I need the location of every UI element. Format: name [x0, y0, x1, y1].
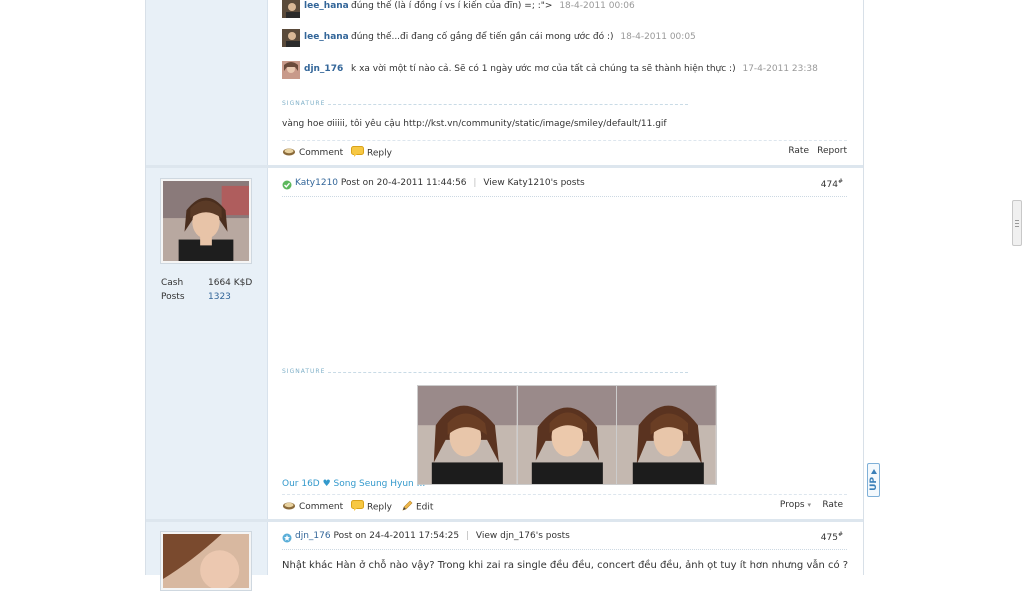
comment-avatar[interactable]	[282, 0, 300, 18]
comment-button[interactable]: Comment	[282, 146, 343, 159]
post-actions: Comment Reply Rate Report	[282, 140, 847, 159]
comment-row: lee_hana đúng thế...đi đang cố gắng để t…	[282, 29, 847, 49]
view-posts-link[interactable]: View Katy1210's posts	[483, 178, 584, 188]
signature-photo	[617, 386, 717, 484]
edit-button[interactable]: Edit	[402, 500, 433, 514]
comment-row: lee_hana đúng thế (là í đồng í vs í kiến…	[282, 0, 847, 20]
comment-time: 18-4-2011 00:06	[559, 1, 635, 11]
online-status-icon	[282, 533, 292, 546]
post-sidebar	[146, 522, 268, 591]
author-avatar[interactable]	[160, 531, 252, 591]
arrow-up-icon	[871, 467, 877, 477]
scrollbar-thumb[interactable]	[1012, 200, 1022, 246]
chevron-down-icon: ▾	[807, 501, 811, 509]
comment-text: k xa vời một tí nào cả. Sẽ có 1 ngày ước…	[351, 64, 736, 74]
signature-image[interactable]	[417, 385, 717, 485]
scroll-up-label: UP	[869, 477, 879, 491]
view-posts-link[interactable]: View djn_176's posts	[476, 531, 570, 541]
post-474: Cash 1664 K$D Posts 1323 Katy1210 Post o…	[146, 168, 863, 519]
props-dropdown[interactable]: Props ▾	[780, 500, 811, 510]
signature-photo	[418, 386, 518, 484]
comment-time: 18-4-2011 00:05	[620, 32, 696, 42]
comment-icon	[282, 500, 296, 513]
post-475: djn_176 Post on 24-4-2011 17:54:25 | Vie…	[146, 522, 863, 591]
post-content: Katy1210 Post on 20-4-2011 11:44:56 | Vi…	[282, 168, 847, 519]
comment-user[interactable]: djn_176	[304, 64, 343, 74]
reply-button[interactable]: Reply	[351, 500, 392, 514]
post-top: lee_hana đúng thế (là í đồng í vs í kiến…	[146, 0, 863, 166]
reply-button[interactable]: Reply	[351, 146, 392, 160]
reply-icon	[351, 500, 364, 514]
pencil-icon	[402, 500, 413, 514]
posts-count-link[interactable]: 1323	[208, 292, 231, 302]
author-avatar[interactable]	[160, 178, 252, 264]
comment-avatar[interactable]	[282, 61, 300, 79]
comment-text: đúng thế (là í đồng í vs í kiến của đĩn)…	[351, 1, 553, 11]
post-actions: Comment Reply Edit Props ▾ Rate	[282, 494, 847, 513]
post-number[interactable]: 475#	[821, 531, 843, 543]
comment-time: 17-4-2011 23:38	[742, 64, 818, 74]
page-frame: lee_hana đúng thế (là í đồng í vs í kiến…	[145, 0, 864, 591]
signature-text: vàng hoe ơiiiii, tôi yêu cậu http://kst.…	[282, 119, 667, 129]
post-content: djn_176 Post on 24-4-2011 17:54:25 | Vie…	[282, 522, 849, 575]
signature-photo	[517, 386, 618, 484]
signature-label: SIGNATURE	[282, 368, 690, 375]
comment-user[interactable]: lee_hana	[304, 32, 349, 42]
post-number[interactable]: 474#	[821, 178, 843, 190]
comment-button[interactable]: Comment	[282, 500, 343, 513]
report-button[interactable]: Report	[817, 146, 847, 156]
post-body: Nhật khác Hàn ở chỗ nào vậy? Trong khi z…	[282, 560, 849, 571]
post-sidebar	[146, 0, 268, 166]
comment-avatar[interactable]	[282, 29, 300, 47]
post-content: lee_hana đúng thế (là í đồng í vs í kiến…	[282, 0, 847, 166]
post-date: Post on 20-4-2011 11:44:56	[340, 178, 467, 188]
post-date: Post on 24-4-2011 17:54:25	[333, 531, 460, 541]
scroll-up-button[interactable]: UP	[867, 463, 880, 497]
post-header: Katy1210 Post on 20-4-2011 11:44:56 | Vi…	[282, 178, 847, 197]
comment-row: djn_176 k xa vời một tí nào cả. Sẽ có 1 …	[282, 61, 847, 81]
signature-link[interactable]: Our 16D ♥ Song Seung Hyun ...	[282, 479, 425, 489]
author-name[interactable]: djn_176	[295, 531, 331, 541]
rate-button[interactable]: Rate	[788, 146, 809, 156]
reply-icon	[351, 146, 364, 160]
signature-label: SIGNATURE	[282, 100, 690, 107]
comment-user[interactable]: lee_hana	[304, 1, 349, 11]
author-name[interactable]: Katy1210	[295, 178, 338, 188]
post-sidebar: Cash 1664 K$D Posts 1323	[146, 168, 268, 519]
comment-icon	[282, 146, 296, 159]
comment-text: đúng thế...đi đang cố gắng để tiến gần c…	[351, 32, 614, 42]
post-header: djn_176 Post on 24-4-2011 17:54:25 | Vie…	[282, 531, 847, 550]
online-status-icon	[282, 180, 292, 193]
rate-button[interactable]: Rate	[822, 500, 843, 510]
